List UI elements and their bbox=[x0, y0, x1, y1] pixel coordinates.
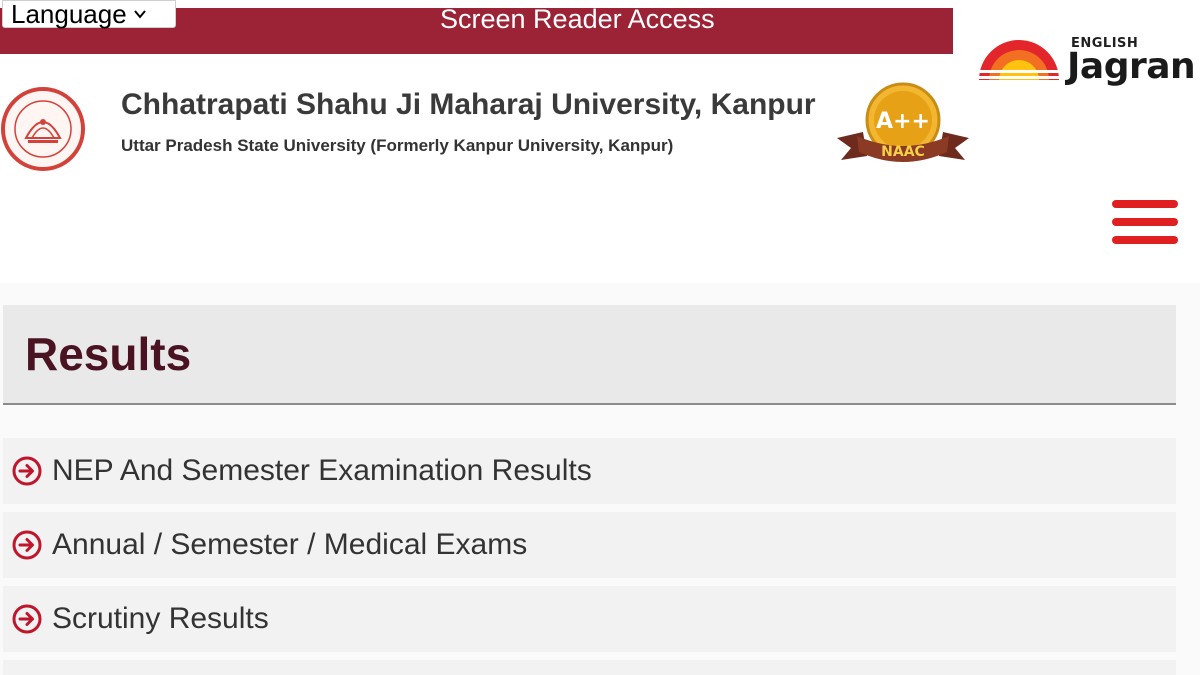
university-subtitle: Uttar Pradesh State University (Formerly… bbox=[121, 136, 674, 155]
university-name: Chhatrapati Shahu Ji Maharaj University,… bbox=[121, 88, 816, 121]
sun-logo-icon bbox=[975, 40, 1063, 80]
brand-jagran-label: Jagran bbox=[1067, 46, 1196, 87]
naac-label-text: NAAC bbox=[881, 144, 925, 160]
university-emblem-icon[interactable] bbox=[0, 86, 86, 172]
circle-arrow-right-icon bbox=[12, 604, 42, 634]
screen-reader-access-link[interactable]: Screen Reader Access bbox=[440, 6, 715, 36]
results-header: Results bbox=[3, 305, 1176, 405]
hamburger-line bbox=[1112, 236, 1178, 244]
naac-badge-icon: A++ NAAC bbox=[837, 82, 969, 162]
result-link-label: Scrutiny Results bbox=[52, 602, 269, 635]
circle-arrow-right-icon bbox=[12, 530, 42, 560]
hamburger-menu-button[interactable] bbox=[1112, 200, 1180, 246]
language-select-label: Language bbox=[11, 0, 127, 29]
circle-arrow-right-icon bbox=[12, 456, 42, 486]
hamburger-line bbox=[1112, 218, 1178, 226]
result-link-label: Annual / Semester / Medical Exams bbox=[52, 528, 528, 561]
hamburger-line bbox=[1112, 200, 1178, 208]
english-jagran-logo[interactable]: ENGLISH Jagran bbox=[975, 30, 1196, 90]
naac-grade-text: A++ bbox=[876, 109, 930, 134]
language-select[interactable]: Language bbox=[2, 0, 176, 28]
result-link-nep-semester[interactable]: NEP And Semester Examination Results bbox=[3, 438, 1176, 504]
result-link-partial[interactable] bbox=[3, 660, 1176, 675]
chevron-down-icon bbox=[133, 10, 146, 19]
result-link-scrutiny[interactable]: Scrutiny Results bbox=[3, 586, 1176, 652]
result-link-annual-semester-medical[interactable]: Annual / Semester / Medical Exams bbox=[3, 512, 1176, 578]
page-title: Results bbox=[25, 328, 192, 380]
result-link-label: NEP And Semester Examination Results bbox=[52, 454, 592, 487]
